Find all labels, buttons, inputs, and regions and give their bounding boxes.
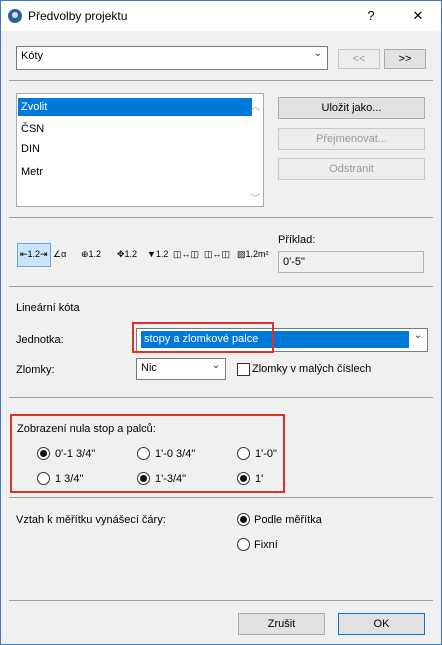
preset-item[interactable]: Zvolit bbox=[18, 98, 252, 116]
divider bbox=[9, 397, 433, 398]
next-category-button[interactable]: >> bbox=[384, 49, 426, 69]
chevron-down-icon: ⌄ bbox=[313, 48, 323, 59]
zero-display-title: Zobrazení nula stop a palců: bbox=[17, 423, 156, 435]
sill-height-icon[interactable]: ◫↔◫ bbox=[204, 245, 230, 263]
chevron-down-icon: ⌄ bbox=[413, 330, 423, 341]
divider bbox=[9, 217, 433, 218]
zero-option-radio[interactable] bbox=[237, 472, 250, 485]
category-value: Kóty bbox=[21, 50, 44, 62]
preset-item[interactable]: ČSN bbox=[18, 120, 252, 138]
small-digits-label: Zlomky v malých číslech bbox=[252, 363, 372, 375]
divider bbox=[9, 286, 433, 287]
zero-option-radio[interactable] bbox=[137, 472, 150, 485]
preview-box: 0'-5" bbox=[278, 251, 424, 273]
zero-option-radio[interactable] bbox=[137, 447, 150, 460]
category-dropdown[interactable]: Kóty ⌄ bbox=[16, 46, 328, 70]
window-title: Předvolby projektu bbox=[28, 9, 128, 23]
level-dimension-icon[interactable]: ✥1.2 bbox=[117, 245, 137, 263]
divider bbox=[9, 497, 433, 498]
scale-option-radio[interactable] bbox=[237, 538, 250, 551]
divider bbox=[9, 80, 433, 81]
divider bbox=[9, 600, 433, 601]
rename-button[interactable]: Přejmenovat... bbox=[278, 128, 425, 150]
app-icon bbox=[8, 9, 22, 23]
door-window-dimension-icon[interactable]: ◫↔◫ bbox=[173, 245, 199, 263]
zero-option-label: 1'-3/4" bbox=[155, 473, 187, 485]
close-button[interactable]: ✕ bbox=[408, 6, 428, 26]
zero-option-label: 1'-0" bbox=[255, 448, 277, 460]
save-as-button[interactable]: Uložit jako... bbox=[278, 97, 425, 119]
scale-option-radio[interactable] bbox=[237, 513, 250, 526]
zero-option-label: 1 3/4" bbox=[55, 473, 84, 485]
scale-option-label: Podle měřítka bbox=[254, 514, 322, 526]
preset-item[interactable]: Metr bbox=[18, 163, 252, 181]
fractions-value: Nic bbox=[141, 362, 157, 374]
preset-item[interactable]: DIN bbox=[18, 140, 252, 158]
preview-label: Příklad: bbox=[278, 234, 316, 246]
scroll-down-icon[interactable]: ﹀ bbox=[250, 190, 260, 205]
angle-dimension-icon[interactable]: ∠α bbox=[53, 245, 66, 263]
help-button[interactable]: ? bbox=[361, 6, 381, 26]
title-bar: Předvolby projektu ? ✕ bbox=[1, 1, 441, 31]
scale-label: Vztah k měřítku vynášecí čáry: bbox=[16, 514, 166, 526]
ok-button[interactable]: OK bbox=[338, 613, 425, 635]
radial-dimension-icon[interactable]: ⊕1.2 bbox=[81, 245, 101, 263]
zero-option-radio[interactable] bbox=[37, 447, 50, 460]
scroll-up-icon[interactable]: ︿ bbox=[250, 98, 260, 113]
cancel-button[interactable]: Zrušit bbox=[238, 613, 325, 635]
zero-option-radio[interactable] bbox=[37, 472, 50, 485]
zero-option-label: 1'-0 3/4" bbox=[155, 448, 196, 460]
chevron-down-icon: ⌄ bbox=[211, 360, 221, 371]
zero-option-label: 1' bbox=[255, 473, 264, 485]
fractions-label: Zlomky: bbox=[16, 364, 55, 376]
zero-option-label: 0'-1 3/4" bbox=[55, 448, 96, 460]
prev-category-button[interactable]: << bbox=[338, 49, 380, 69]
preview-value: 0'-5" bbox=[283, 256, 305, 268]
unit-label: Jednotka: bbox=[16, 334, 64, 346]
dialog-window: Předvolby projektu ? ✕ Kóty ⌄ << >> Zvol… bbox=[0, 0, 442, 645]
small-digits-checkbox[interactable] bbox=[237, 363, 250, 376]
preset-list[interactable]: Zvolit ČSN DIN Metr ︿ ﹀ bbox=[16, 93, 264, 207]
linear-dimension-icon[interactable]: ⇤1.2⇥ bbox=[20, 245, 48, 263]
fractions-dropdown[interactable]: Nic ⌄ bbox=[136, 358, 226, 380]
elevation-marker-icon[interactable]: ▼1.2 bbox=[147, 245, 168, 263]
zero-option-radio[interactable] bbox=[237, 447, 250, 460]
delete-button[interactable]: Odstranit bbox=[278, 158, 425, 180]
scale-option-label: Fixní bbox=[254, 539, 278, 551]
area-dimension-icon[interactable]: ▨1.2m² bbox=[237, 245, 269, 263]
section-title: Lineární kóta bbox=[16, 302, 80, 314]
highlight-frame bbox=[132, 322, 274, 353]
